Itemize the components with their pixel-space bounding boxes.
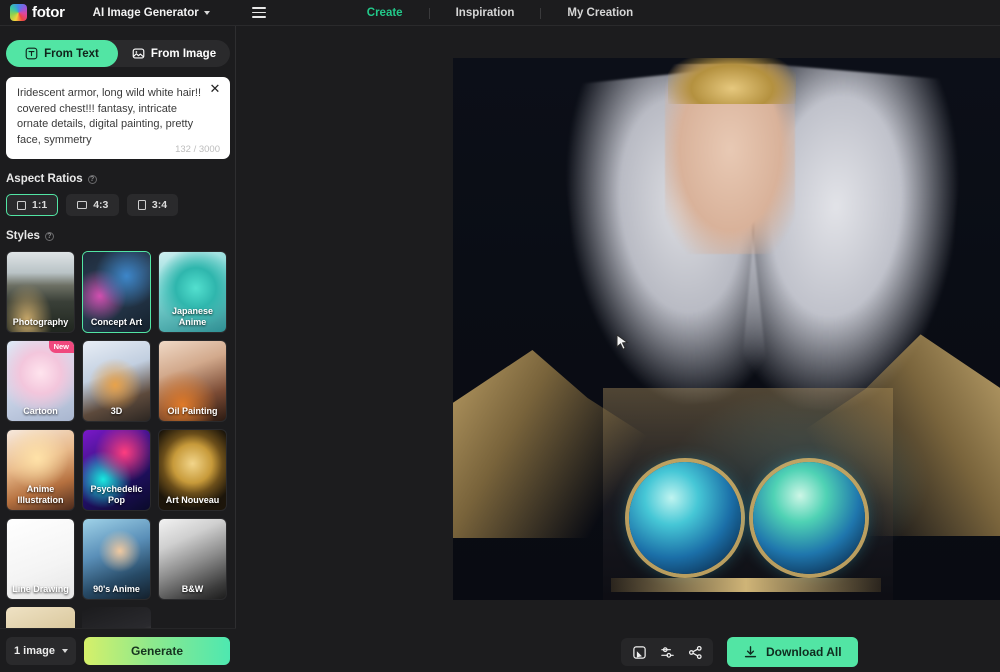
style-label: Photography — [12, 317, 69, 327]
style-label: Oil Painting — [167, 406, 218, 416]
style-tile[interactable]: Anime Illustration — [6, 429, 75, 511]
aspect-ratio-3-4[interactable]: 3:4 — [127, 194, 179, 216]
tab-from-image-label: From Image — [150, 47, 217, 60]
style-tile[interactable]: B&W — [158, 518, 227, 600]
aspect-ratio-group: 1:1 4:3 3:4 — [6, 194, 236, 216]
aspect-ratios-title: Aspect Ratios ? — [6, 173, 236, 185]
nav-item-my-creation[interactable]: My Creation — [541, 0, 659, 26]
image-icon — [132, 48, 145, 59]
generate-button[interactable]: Generate — [84, 636, 230, 665]
style-label: Anime Illustration — [17, 484, 64, 505]
portrait-ratio-icon — [138, 200, 146, 210]
prompt-char-counter: 132 / 3000 — [175, 144, 220, 155]
bookmark-icon[interactable] — [627, 640, 651, 664]
image-action-bar: Download All — [621, 637, 858, 667]
app-root: fotor AI Image Generator Create Inspirat… — [0, 0, 1000, 672]
image-detail — [611, 578, 881, 592]
nav-item-inspiration[interactable]: Inspiration — [430, 0, 541, 26]
generated-image[interactable] — [453, 58, 1000, 600]
style-label: Line Drawing — [12, 584, 69, 594]
aspect-ratios-label: Aspect Ratios — [6, 173, 83, 185]
style-tile[interactable]: Oil Painting — [158, 340, 227, 422]
style-label: 3D — [110, 406, 123, 416]
style-tile[interactable]: Japanese Anime — [158, 251, 227, 333]
square-ratio-icon — [17, 200, 26, 210]
help-question-icon[interactable]: ? — [87, 174, 97, 184]
image-detail — [668, 58, 796, 104]
tab-from-image[interactable]: From Image — [118, 40, 230, 67]
help-question-icon[interactable]: ? — [44, 231, 54, 241]
sidebar-scroll-area[interactable]: From Text From Image Iridescent armor, l… — [0, 26, 236, 634]
download-all-label: Download All — [766, 645, 842, 659]
sliders-icon[interactable] — [655, 640, 679, 664]
styles-label: Styles — [6, 230, 40, 242]
prompt-input[interactable]: Iridescent armor, long wild white hair!!… — [17, 86, 207, 148]
style-tile[interactable]: Psychedelic Pop — [82, 429, 151, 511]
main-nav: Create Inspiration My Creation — [0, 0, 1000, 26]
aspect-ratio-1-1[interactable]: 1:1 — [6, 194, 59, 216]
sidebar-footer: 1 image Generate — [0, 628, 236, 672]
style-tile[interactable]: Concept Art — [82, 251, 151, 333]
aspect-ratio-4-3[interactable]: 4:3 — [66, 194, 120, 216]
nav-item-create[interactable]: Create — [341, 0, 429, 26]
style-label: Japanese Anime — [171, 306, 214, 327]
style-tile[interactable]: 3D — [82, 340, 151, 422]
text-box-icon — [25, 47, 38, 60]
new-badge: New — [48, 341, 74, 353]
landscape-ratio-icon — [77, 201, 88, 209]
styles-grid: Photography Concept Art Japanese Anime New C… — [6, 251, 227, 600]
style-label: Psychedelic Pop — [90, 484, 143, 505]
left-sidebar: From Text From Image Iridescent armor, l… — [0, 26, 236, 672]
aspect-ratio-3-4-label: 3:4 — [151, 199, 168, 211]
chevron-down-icon — [62, 648, 68, 653]
style-label: Art Nouveau — [165, 495, 220, 505]
style-label: Concept Art — [90, 317, 143, 327]
tab-from-text-label: From Text — [44, 47, 99, 60]
share-icon[interactable] — [683, 640, 707, 664]
image-count-select[interactable]: 1 image — [6, 636, 76, 665]
canvas-area — [236, 26, 1000, 672]
image-tool-group — [621, 638, 713, 666]
styles-title: Styles ? — [6, 230, 236, 242]
mode-tab-group: From Text From Image — [6, 40, 230, 67]
style-tile[interactable]: Line Drawing — [6, 518, 75, 600]
style-label: B&W — [181, 584, 204, 594]
style-tile[interactable]: New Cartoon — [6, 340, 75, 422]
style-tile[interactable]: 90's Anime — [82, 518, 151, 600]
aspect-ratio-4-3-label: 4:3 — [93, 199, 109, 211]
tab-from-text[interactable]: From Text — [6, 40, 118, 67]
image-count-value: 1 image — [14, 644, 55, 657]
download-all-button[interactable]: Download All — [727, 637, 858, 667]
image-detail — [753, 462, 865, 574]
image-detail — [629, 462, 741, 574]
style-label: 90's Anime — [93, 584, 140, 594]
close-x-icon[interactable]: ✕ — [208, 82, 222, 96]
style-tile[interactable]: Art Nouveau — [158, 429, 227, 511]
style-label: Cartoon — [23, 406, 58, 416]
prompt-input-box[interactable]: Iridescent armor, long wild white hair!!… — [6, 77, 230, 159]
aspect-ratio-1-1-label: 1:1 — [32, 199, 48, 211]
download-icon — [744, 645, 757, 657]
style-tile[interactable]: Photography — [6, 251, 75, 333]
